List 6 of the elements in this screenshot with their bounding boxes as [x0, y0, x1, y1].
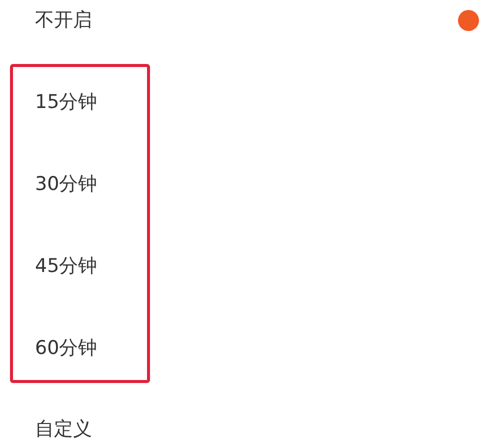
option-label: 15分钟 — [35, 90, 98, 115]
option-label: 30分钟 — [35, 172, 98, 197]
option-label: 60分钟 — [35, 336, 98, 361]
option-label: 不开启 — [35, 8, 92, 33]
option-label: 45分钟 — [35, 254, 98, 279]
option-label: 自定义 — [35, 416, 92, 442]
